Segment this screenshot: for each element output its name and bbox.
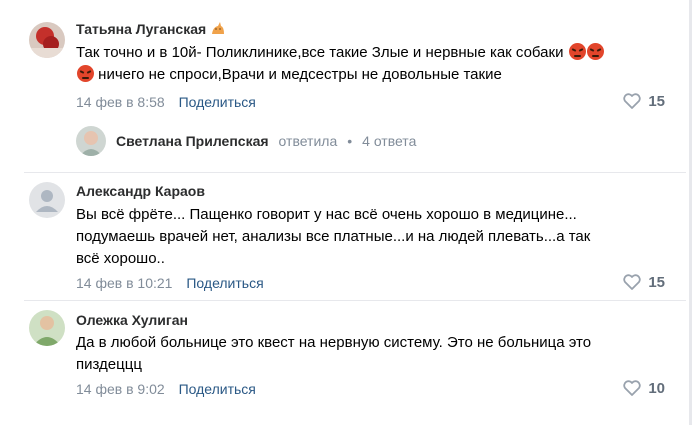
- avatar[interactable]: [29, 22, 65, 58]
- author-name[interactable]: Татьяна Луганская: [76, 21, 206, 37]
- heart-icon: [623, 380, 641, 396]
- angry-emoji-icon: [586, 43, 604, 60]
- comment-text-line: всё хорошо..: [76, 250, 165, 267]
- comment-author[interactable]: Олежка Хулиган: [76, 312, 188, 328]
- comment-text: Вы всё фрёте... Пащенко говорит у нас вс…: [76, 204, 676, 270]
- comment-text-line: подумаешь врачей нет, анализы все платны…: [76, 228, 591, 245]
- comment-author[interactable]: Александр Караов: [76, 183, 205, 199]
- like-count: 15: [648, 273, 665, 291]
- comment-item: Александр Караов Вы всё фрёте... Пащенко…: [0, 172, 689, 300]
- comment-meta: 14 фев в 9:02 Поделиться: [76, 381, 256, 397]
- like-count: 10: [648, 379, 665, 397]
- avatar[interactable]: [29, 310, 65, 346]
- avatar[interactable]: [29, 182, 65, 218]
- like-button[interactable]: 15: [622, 92, 665, 110]
- comment-item: Олежка Хулиган Да в любой больнице это к…: [0, 300, 689, 425]
- heart-icon: [623, 274, 641, 290]
- separator-dot: •: [347, 133, 353, 149]
- comment-text-line: ничего не спроси,Врачи и медсестры не до…: [98, 66, 502, 83]
- like-count: 15: [648, 92, 665, 110]
- comment-text: Так точно и в 10й- Поликлинике,все такие…: [76, 42, 676, 86]
- comment-text-line: Так точно и в 10й- Поликлинике,все такие…: [76, 44, 564, 61]
- cat-emoji-icon: [210, 21, 226, 37]
- reply-author[interactable]: Светлана Прилепская: [116, 133, 269, 149]
- replies-thread[interactable]: Светлана Прилепская ответила • 4 ответа: [76, 126, 416, 156]
- comment-author[interactable]: Татьяна Луганская: [76, 20, 226, 37]
- comment-text: Да в любой больнице это квест на нервную…: [76, 332, 676, 376]
- comment-text-line: Вы всё фрёте... Пащенко говорит у нас вс…: [76, 206, 577, 223]
- angry-emoji-icon: [568, 43, 586, 60]
- comment-date[interactable]: 14 фев в 9:02: [76, 381, 165, 397]
- comment-text-line: пиздеццц: [76, 356, 142, 373]
- heart-icon: [623, 93, 641, 109]
- angry-emoji-icon: [77, 65, 94, 82]
- comment-date[interactable]: 14 фев в 10:21: [76, 275, 172, 291]
- like-button[interactable]: 15: [622, 273, 665, 291]
- replies-count[interactable]: 4 ответа: [362, 133, 416, 149]
- comment-item: Татьяна Луганская Так точно и в 10й- Пол…: [0, 0, 689, 170]
- share-button[interactable]: Поделиться: [179, 381, 256, 397]
- comment-meta: 14 фев в 8:58 Поделиться: [76, 94, 256, 110]
- reply-label: ответила: [278, 133, 338, 149]
- comment-date[interactable]: 14 фев в 8:58: [76, 94, 165, 110]
- share-button[interactable]: Поделиться: [179, 94, 256, 110]
- comment-meta: 14 фев в 10:21 Поделиться: [76, 275, 264, 291]
- share-button[interactable]: Поделиться: [186, 275, 263, 291]
- avatar[interactable]: [76, 126, 106, 156]
- comment-text-line: Да в любой больнице это квест на нервную…: [76, 334, 592, 351]
- like-button[interactable]: 10: [622, 379, 665, 397]
